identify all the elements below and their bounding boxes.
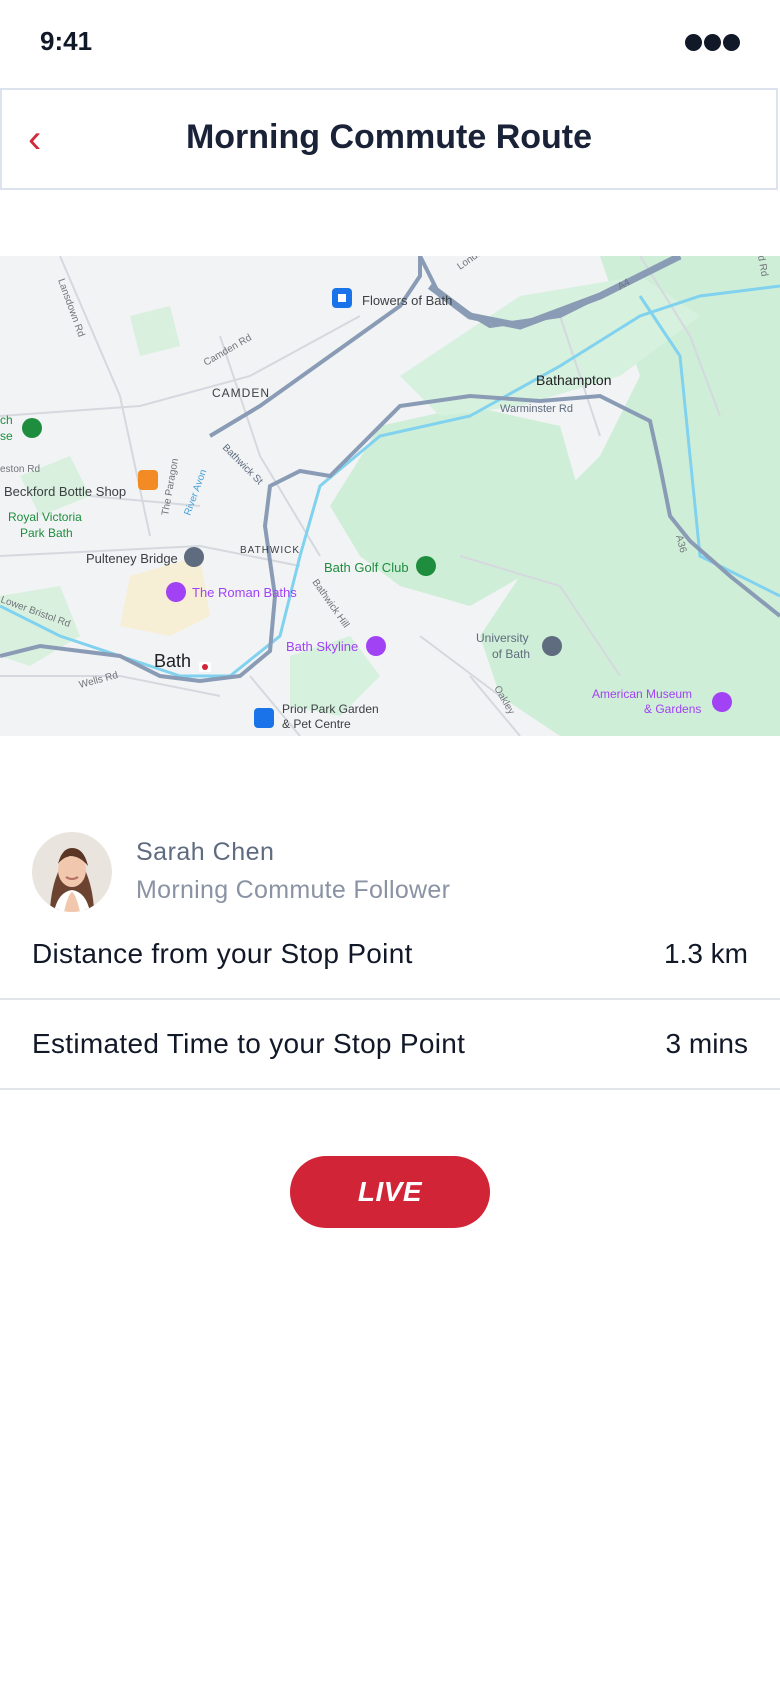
map-label-weston-rd: eston Rd xyxy=(0,464,40,475)
map-label-flowers-of-bath: Flowers of Bath xyxy=(362,293,452,308)
distance-value: 1.3 km xyxy=(663,938,748,969)
museum-icon xyxy=(712,692,732,712)
more-dots-icon xyxy=(685,34,740,51)
golf-pin-icon xyxy=(416,556,436,576)
route-map[interactable]: Flowers of Bath Bathampton Warminster Rd… xyxy=(0,256,780,736)
map-label-bath: Bath xyxy=(154,651,191,671)
map-label-prior-park-pet: & Pet Centre xyxy=(282,717,351,731)
map-label-se: se xyxy=(0,429,13,443)
map-label-university-of-bath: of Bath xyxy=(492,647,530,661)
bus-stop-icon xyxy=(199,662,211,672)
map-label-university: University xyxy=(476,631,529,645)
map-label-pulteney-bridge: Pulteney Bridge xyxy=(86,551,178,566)
map-label-warminster-rd: Warminster Rd xyxy=(500,403,573,415)
museum-icon xyxy=(166,582,186,602)
landmark-icon xyxy=(184,547,204,567)
map-label-bathwick: BATHWICK xyxy=(240,545,300,556)
map-label-roman-baths: The Roman Baths xyxy=(192,585,297,600)
map-label-royal-victoria-park: Park Bath xyxy=(20,526,73,540)
map-label-bath-golf-club: Bath Golf Club xyxy=(324,560,409,575)
follower-card: Sarah Chen Morning Commute Follower xyxy=(32,832,752,914)
map-label-bathampton: Bathampton xyxy=(536,372,612,388)
map-label-beckford: Beckford Bottle Shop xyxy=(4,484,126,499)
shopping-bag-icon xyxy=(332,288,352,308)
park-pin-icon xyxy=(22,418,42,438)
map-label-prior-park: Prior Park Garden xyxy=(282,702,379,716)
status-time: 9:41 xyxy=(40,26,93,56)
eta-value: 3 mins xyxy=(665,1028,748,1059)
distance-label: Distance from your Stop Point xyxy=(32,938,413,969)
camera-icon xyxy=(366,636,386,656)
map-label-bath-skyline: Bath Skyline xyxy=(286,639,358,654)
map-label-american-museum: American Museum xyxy=(592,687,692,701)
map-label-royal-victoria: Royal Victoria xyxy=(8,510,82,524)
header-bar: ‹ Morning Commute Route xyxy=(0,88,778,190)
map-label-american-museum-gardens: & Gardens xyxy=(644,702,701,716)
follower-name: Sarah Chen xyxy=(136,838,275,866)
university-icon xyxy=(542,636,562,656)
page-title: Morning Commute Route xyxy=(185,118,593,156)
shopping-bag-icon xyxy=(254,708,274,728)
map-label-ch: ch xyxy=(0,413,13,427)
avatar xyxy=(32,832,112,912)
live-button[interactable]: LIVE xyxy=(290,1156,490,1228)
restaurant-icon xyxy=(138,470,158,490)
map-label-camden: CAMDEN xyxy=(212,386,270,400)
follower-role: Morning Commute Follower xyxy=(136,876,451,904)
eta-row: Estimated Time to your Stop Point 3 mins xyxy=(0,1002,780,1090)
status-bar: 9:41 xyxy=(0,0,780,88)
distance-row: Distance from your Stop Point 1.3 km xyxy=(0,912,780,1000)
eta-label: Estimated Time to your Stop Point xyxy=(32,1028,466,1059)
